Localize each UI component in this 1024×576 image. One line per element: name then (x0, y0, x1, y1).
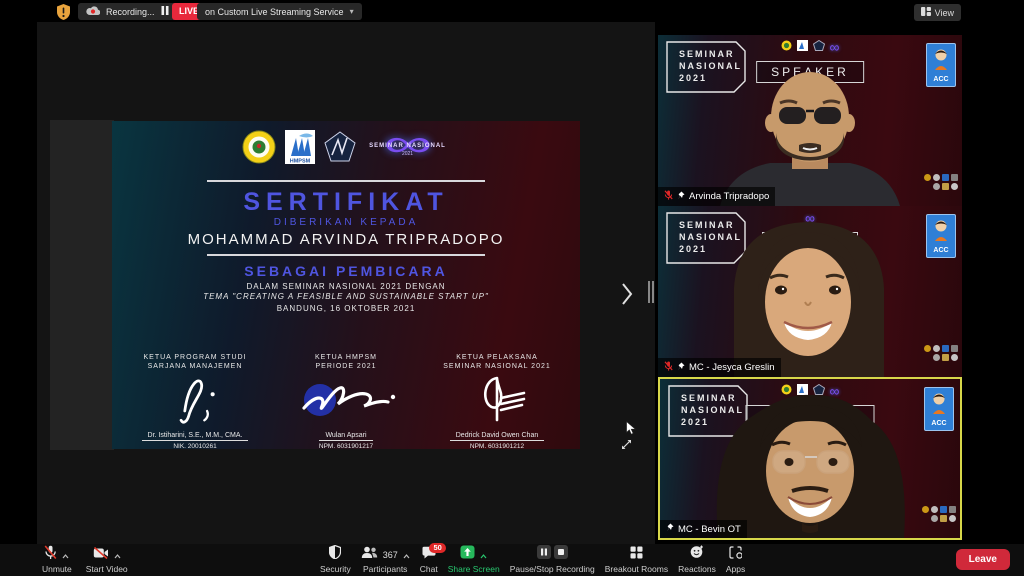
pin-icon (677, 362, 685, 374)
view-layout-icon (921, 7, 931, 18)
view-button-label: View (935, 8, 954, 18)
pin-icon (666, 523, 674, 535)
chevron-down-icon: ▾ (350, 7, 354, 16)
certificate-recipient: MOHAMMAD ARVINDA TRIPRADOPO (112, 231, 580, 248)
view-button[interactable]: View (914, 4, 961, 21)
recording-label: Recording... (106, 7, 155, 17)
chevron-up-icon[interactable] (114, 546, 121, 564)
share-screen-button[interactable]: Share Screen (448, 544, 500, 574)
video-tile-bevin[interactable]: SEMINAR NASIONAL 2021 ∞ COMMITTEE ACC MC… (658, 377, 962, 540)
mic-muted-icon (664, 361, 673, 374)
participant-name-label: MC - Bevin OT (660, 520, 747, 538)
certificate-date-line: BANDUNG, 16 OKTOBER 2021 (112, 304, 580, 313)
certificate-theme-line: TEMA "CREATING A FEASIBLE AND SUSTAINABL… (112, 292, 580, 301)
pin-icon (677, 191, 685, 203)
signature-2 (286, 372, 406, 424)
partner-logos (924, 174, 958, 190)
certificate-event-line: DALAM SEMINAR NASIONAL 2021 DENGAN (112, 282, 580, 291)
signature-3 (442, 372, 552, 424)
meeting-toolbar: Unmute Start Video Security 367 Particip… (0, 544, 1024, 576)
security-button[interactable]: Security (320, 544, 351, 574)
chat-unread-badge: 50 (429, 543, 445, 553)
seminar-nasional-logo: ∞ SEMINAR NASIONAL 2021 (365, 131, 451, 167)
stop-recording-icon[interactable] (554, 545, 568, 564)
certificate-signatories: KETUA PROGRAM STUDI SARJANA MANAJEMEN Dr… (112, 353, 580, 450)
pause-recording-icon[interactable] (161, 6, 169, 17)
shield-icon (329, 545, 341, 564)
mic-muted-icon (664, 190, 673, 203)
leave-button[interactable]: Leave (956, 549, 1010, 570)
camera-off-icon (93, 546, 109, 564)
video-tile-jesyca[interactable]: SEMINAR NASIONAL 2021 ∞ ACC MC - Jesyca … (658, 206, 962, 377)
breakout-rooms-icon (630, 546, 643, 564)
certificate-logos: HMPSM ∞ SEMINAR NASIONAL 2021 (112, 129, 580, 169)
chat-button[interactable]: 50 Chat (420, 544, 438, 574)
apps-button[interactable]: Apps (726, 544, 745, 574)
apps-icon (729, 546, 742, 564)
svg-text:HMPSM: HMPSM (289, 158, 310, 164)
collapse-panel-chevron-icon[interactable] (620, 281, 638, 309)
share-screen-icon (460, 545, 475, 564)
divider (207, 254, 485, 256)
participant-bevin (660, 379, 960, 538)
signatory-3: KETUA PELAKSANA SEMINAR NASIONAL 2021 De… (422, 353, 572, 450)
partner-logos (922, 506, 956, 522)
university-emblem-icon (242, 130, 276, 169)
video-tile-arvinda[interactable]: SEMINAR NASIONAL 2021 ∞ SPEAKER ACC Arvi… (658, 35, 962, 206)
participants-count: 367 (383, 550, 398, 560)
certificate-given-to: DIBERIKAN KEPADA (112, 217, 580, 228)
participant-arvinda (658, 35, 962, 206)
reactions-button[interactable]: Reactions (678, 544, 716, 574)
chevron-up-icon[interactable] (480, 546, 487, 564)
smiley-icon (690, 545, 704, 564)
chevron-up-icon[interactable] (403, 546, 410, 564)
start-video-button[interactable]: Start Video (86, 544, 128, 574)
pause-recording-icon[interactable] (537, 545, 551, 564)
panel-resize-handle[interactable] (648, 281, 654, 303)
signatory-1: KETUA PROGRAM STUDI SARJANA MANAJEMEN Dr… (120, 353, 270, 450)
signatory-2: KETUA HMPSM PERIODE 2021 Wulan Apsari NP… (271, 353, 421, 450)
partner-logos (924, 345, 958, 361)
presentation-window-edge (50, 120, 114, 450)
shared-certificate: HMPSM ∞ SEMINAR NASIONAL 2021 SERTIFIKAT… (112, 121, 580, 449)
mic-muted-icon (44, 545, 57, 565)
certificate-title: SERTIFIKAT (112, 188, 580, 217)
unmute-button[interactable]: Unmute (42, 544, 72, 574)
participant-name-label: Arvinda Tripradopo (658, 187, 775, 206)
certificate-role: SEBAGAI PEMBICARA (112, 263, 580, 279)
signature-1 (140, 372, 250, 424)
participant-name-label: MC - Jesyca Greslin (658, 358, 781, 377)
participants-button[interactable]: 367 Participants (361, 544, 410, 574)
participant-jesyca (658, 206, 962, 377)
chevron-up-icon[interactable] (62, 546, 69, 564)
cloud-recording-icon (86, 6, 100, 18)
stream-service-label: on Custom Live Streaming Service (205, 7, 344, 17)
resize-diagonal-icon (621, 437, 632, 455)
live-stream-service-dropdown[interactable]: on Custom Live Streaming Service ▾ (197, 3, 362, 20)
pause-stop-recording-button[interactable]: Pause/Stop Recording (510, 544, 595, 574)
breakout-rooms-button[interactable]: Breakout Rooms (605, 544, 668, 574)
participants-icon (361, 546, 378, 564)
hmpsm-logo-icon: HMPSM (285, 130, 315, 169)
divider (207, 180, 485, 182)
